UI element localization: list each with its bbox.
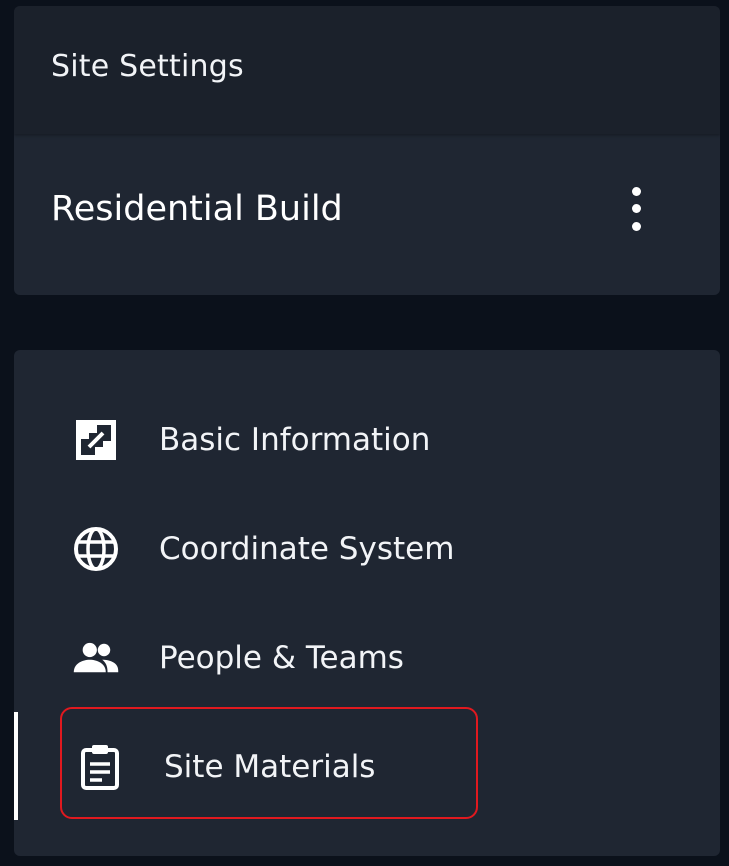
basic-information-icon: [72, 416, 120, 464]
site-settings-header: Site Settings: [14, 6, 720, 134]
kebab-dot: [631, 204, 641, 213]
people-icon: [72, 634, 120, 682]
nav-item-label: Site Materials: [164, 749, 376, 785]
nav-item-coordinate-system[interactable]: Coordinate System: [14, 517, 720, 581]
kebab-menu-icon[interactable]: [624, 186, 648, 231]
nav-item-basic-information[interactable]: Basic Information: [14, 408, 720, 472]
nav-item-label: Coordinate System: [159, 531, 455, 567]
globe-icon: [72, 525, 120, 573]
nav-item-label: Basic Information: [159, 422, 431, 458]
nav-item-site-materials[interactable]: Site Materials: [14, 735, 720, 799]
settings-nav: Basic Information Coordinate System Peop…: [14, 350, 720, 856]
kebab-dot: [631, 186, 641, 196]
clipboard-icon: [76, 743, 124, 791]
nav-item-people-teams[interactable]: People & Teams: [14, 626, 720, 690]
kebab-dot: [631, 221, 641, 231]
project-name: Residential Build: [51, 188, 343, 229]
project-row: Residential Build: [14, 134, 720, 295]
page-title: Site Settings: [51, 48, 244, 84]
site-settings-card: Site Settings Residential Build: [14, 6, 720, 295]
nav-item-label: People & Teams: [159, 640, 404, 676]
